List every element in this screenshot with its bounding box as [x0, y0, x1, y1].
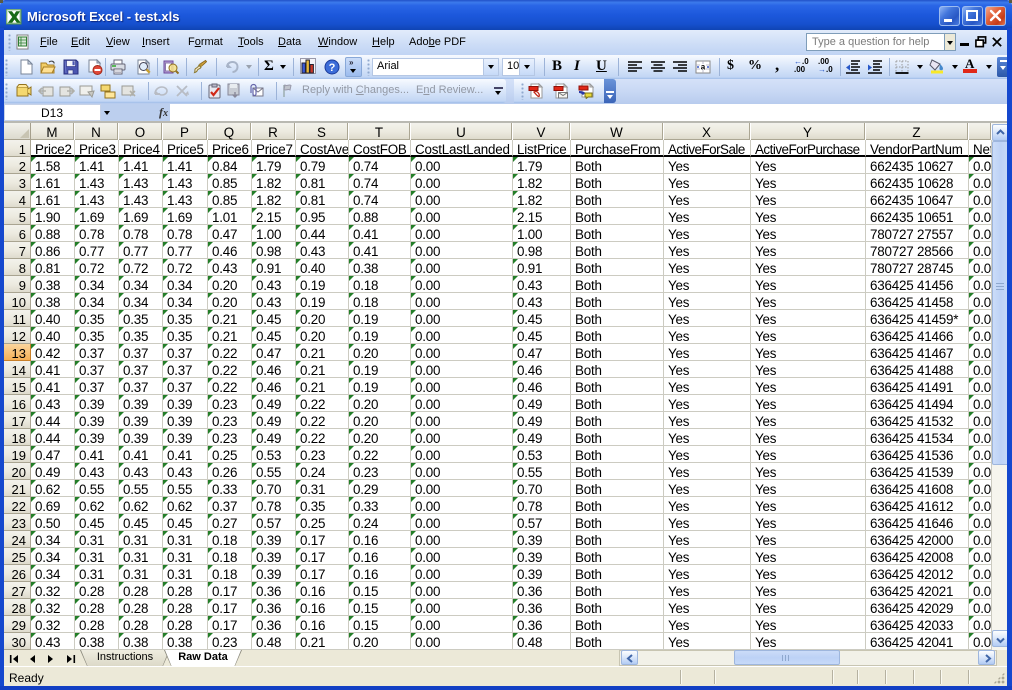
- svg-text:?: ?: [329, 62, 336, 74]
- svg-text:a: a: [701, 63, 706, 72]
